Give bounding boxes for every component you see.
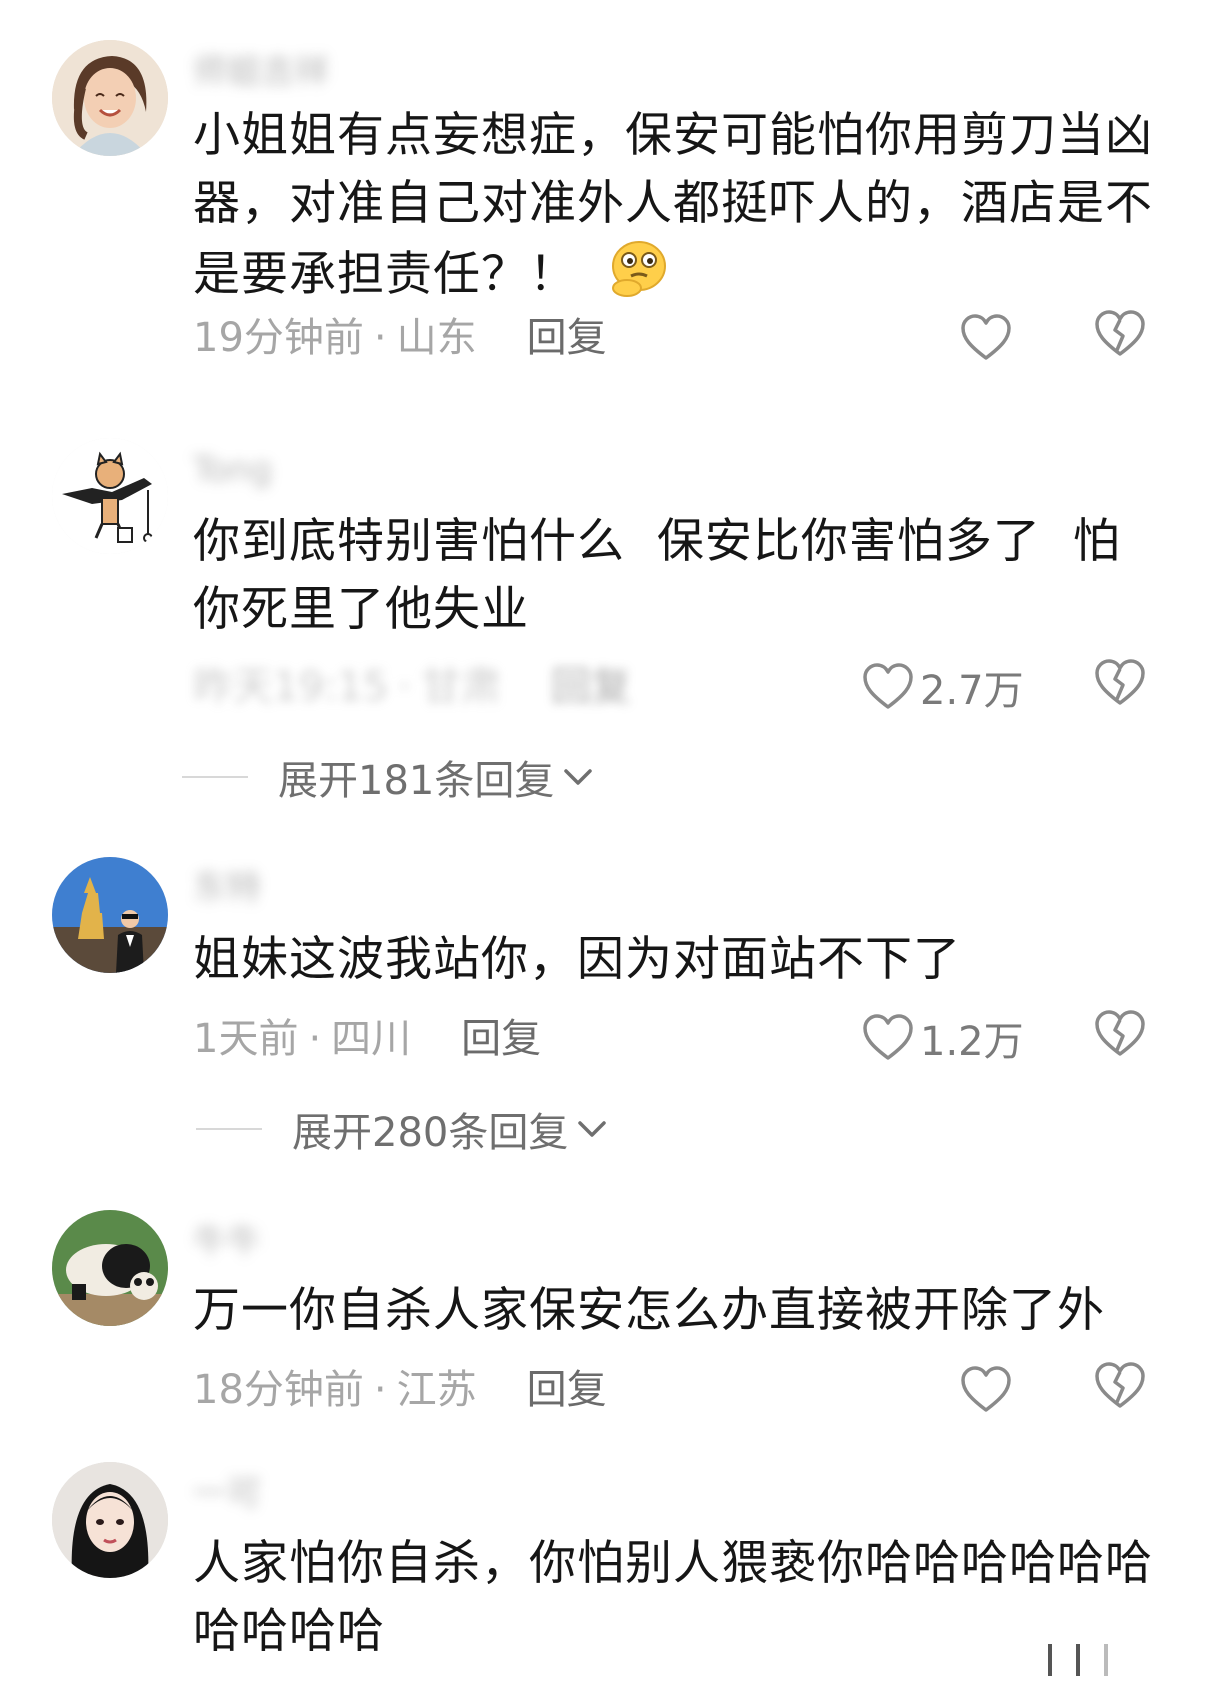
avatar[interactable]	[52, 1462, 168, 1578]
avatar-cartoon-cat	[52, 438, 168, 554]
thinking-face-emoji	[607, 238, 671, 317]
dislike-button[interactable]	[1094, 659, 1150, 715]
heart-outline-icon	[961, 314, 1011, 360]
avatar[interactable]	[52, 1210, 168, 1326]
comment-text-body: 你到底特别害怕什么 保安比你害怕多了 怕你死里了他失业	[193, 514, 1121, 637]
heart-outline-icon	[961, 1366, 1011, 1412]
username[interactable]: 一可	[193, 1474, 261, 1514]
username[interactable]: 牛牛	[193, 1222, 261, 1262]
meta-separator: ·	[398, 664, 411, 710]
heart-outline-icon	[863, 663, 913, 709]
comment-time: 19分钟前	[193, 315, 364, 361]
broken-heart-icon	[1095, 310, 1145, 356]
comment-location: 山东	[396, 315, 477, 361]
dislike-button[interactable]	[1094, 1362, 1150, 1418]
scroll-indicator	[1048, 1644, 1108, 1676]
reply-button[interactable]: 回复	[527, 315, 607, 361]
like-button[interactable]	[960, 310, 1012, 366]
username[interactable]: Tong	[193, 450, 272, 490]
like-button[interactable]	[960, 1362, 1012, 1418]
avatar[interactable]	[52, 438, 168, 554]
reply-button[interactable]: 回复	[461, 1016, 541, 1062]
avatar-woman-portrait	[52, 1462, 168, 1578]
comment-meta: 18分钟前 · 江苏 回复	[193, 1365, 607, 1415]
dislike-button[interactable]	[1094, 310, 1150, 366]
comment-location: 甘肃	[421, 664, 501, 710]
comment-text-body: 万一你自杀人家保安怎么办直接被开除了外	[193, 1283, 1105, 1338]
comment-time: 1天前	[193, 1016, 299, 1062]
comment-location: 江苏	[396, 1367, 477, 1413]
comment-text: 人家怕你自杀，你怕别人猥亵你哈哈哈哈哈哈哈哈哈哈	[193, 1530, 1153, 1666]
comment-meta: 1天前 · 四川 回复	[193, 1014, 541, 1064]
comment-time: 昨天19:15	[193, 664, 389, 710]
heart-outline-icon	[863, 1014, 913, 1060]
like-button[interactable]: 1.2万	[862, 1010, 1024, 1066]
avatar-panda	[52, 1210, 168, 1326]
comment-time: 18分钟前	[193, 1367, 364, 1413]
comment-text: 姐妹这波我站你，因为对面站不下了	[193, 926, 1153, 994]
comment-text: 小姐姐有点妄想症，保安可能怕你用剪刀当凶器，对准自己对准外人都挺吓人的，酒店是不…	[193, 102, 1153, 317]
username[interactable]: 师姐吉祥	[193, 52, 329, 92]
broken-heart-icon	[1095, 1362, 1145, 1408]
chevron-down-icon	[564, 769, 593, 785]
meta-separator: ·	[308, 1016, 322, 1062]
expand-replies-button[interactable]: 展开280条回复	[196, 1104, 608, 1156]
chevron-down-icon	[578, 1121, 607, 1137]
comment-text-body: 人家怕你自杀，你怕别人猥亵你哈哈哈哈哈哈哈哈哈哈	[193, 1536, 1153, 1659]
dislike-button[interactable]	[1094, 1010, 1150, 1066]
meta-separator: ·	[373, 315, 387, 361]
divider-line	[182, 776, 248, 778]
reply-button[interactable]: 回复	[527, 1367, 607, 1413]
comment-text: 你到底特别害怕什么 保安比你害怕多了 怕你死里了他失业	[193, 508, 1153, 644]
comment-text: 万一你自杀人家保安怎么办直接被开除了外	[193, 1277, 1153, 1345]
like-count: 1.2万	[920, 1019, 1024, 1065]
like-count: 2.7万	[920, 668, 1024, 714]
avatar[interactable]	[52, 40, 168, 156]
comment-text-body: 姐妹这波我站你，因为对面站不下了	[193, 932, 961, 987]
avatar-woman-smiling	[52, 40, 168, 156]
username[interactable]: 东特	[193, 868, 261, 908]
comment-meta: 19分钟前 · 山东 回复	[193, 313, 607, 363]
comment-meta: 昨天19:15 · 甘肃 回复	[193, 662, 631, 712]
comment-text-body: 小姐姐有点妄想症，保安可能怕你用剪刀当凶器，对准自己对准外人都挺吓人的，酒店是不…	[193, 108, 1153, 302]
avatar-man-pagoda	[52, 857, 168, 973]
avatar[interactable]	[52, 857, 168, 973]
reply-button[interactable]: 回复	[551, 664, 631, 710]
expand-replies-label: 展开280条回复	[292, 1110, 569, 1156]
broken-heart-icon	[1095, 1010, 1145, 1056]
meta-separator: ·	[373, 1367, 387, 1413]
comment-location: 四川	[331, 1016, 412, 1062]
broken-heart-icon	[1095, 659, 1145, 705]
like-button[interactable]: 2.7万	[862, 659, 1024, 715]
divider-line	[196, 1128, 262, 1130]
expand-replies-button[interactable]: 展开181条回复	[182, 752, 594, 804]
expand-replies-label: 展开181条回复	[278, 758, 555, 804]
